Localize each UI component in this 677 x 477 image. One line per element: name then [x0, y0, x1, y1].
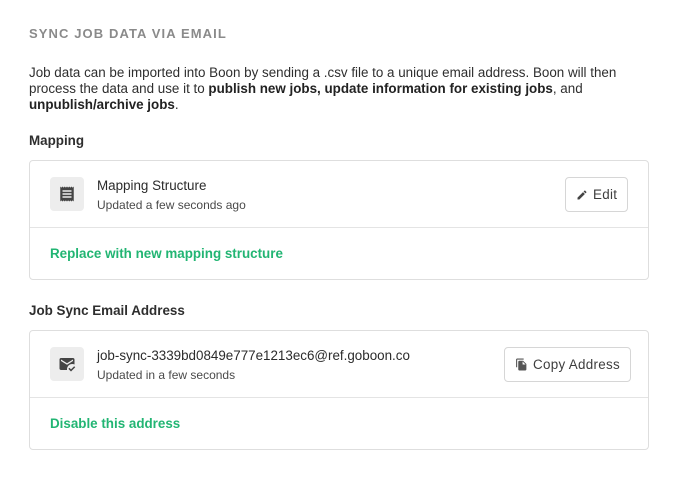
sync-email-address: job-sync-3339bd0849e777e1213ec6@ref.gobo…	[97, 348, 410, 363]
email-icon-tile	[50, 347, 84, 381]
mapping-structure-title: Mapping Structure	[97, 178, 207, 193]
mapping-heading: Mapping	[29, 133, 85, 148]
copy-address-button[interactable]: Copy Address	[504, 347, 631, 382]
intro-bold-1: publish new jobs, update information for…	[208, 81, 553, 96]
receipt-icon	[58, 185, 76, 203]
mark-email-read-icon	[58, 355, 76, 373]
email-card-header: job-sync-3339bd0849e777e1213ec6@ref.gobo…	[30, 331, 648, 398]
email-card: job-sync-3339bd0849e777e1213ec6@ref.gobo…	[29, 330, 649, 450]
edit-mapping-button[interactable]: Edit	[565, 177, 629, 212]
intro-text: Job data can be imported into Boon by se…	[29, 65, 654, 113]
intro-part-3: .	[174, 97, 179, 112]
mapping-card-header: Mapping Structure Updated a few seconds …	[30, 161, 648, 228]
disable-address-link[interactable]: Disable this address	[50, 416, 180, 431]
intro-bold-2: unpublish/archive jobs	[29, 97, 175, 112]
mapping-icon-tile	[50, 177, 84, 211]
copy-button-label: Copy Address	[533, 357, 620, 372]
mapping-updated-text: Updated a few seconds ago	[97, 198, 246, 212]
email-updated-text: Updated in a few seconds	[97, 368, 236, 382]
copy-icon	[515, 358, 528, 371]
section-title: SYNC JOB DATA VIA EMAIL	[29, 26, 227, 41]
edit-button-label: Edit	[593, 187, 618, 202]
mapping-card: Mapping Structure Updated a few seconds …	[29, 160, 649, 280]
intro-part-2: , and	[552, 81, 583, 96]
replace-mapping-link[interactable]: Replace with new mapping structure	[50, 246, 283, 261]
email-heading: Job Sync Email Address	[29, 303, 185, 318]
pencil-icon	[576, 189, 588, 201]
